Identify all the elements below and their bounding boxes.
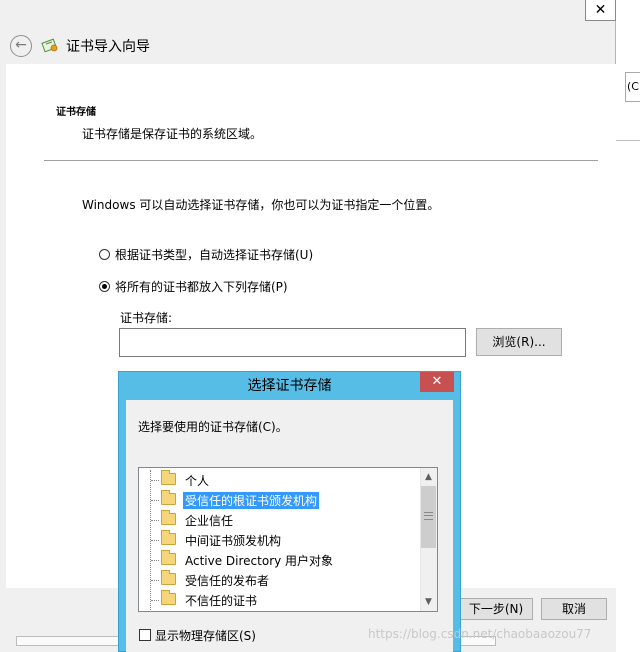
tree-item-label: 个人 [185, 474, 210, 488]
scroll-grip-line [424, 515, 433, 516]
wizard-title: 证书导入向导 [66, 39, 150, 55]
store-tree[interactable]: 个人 受信任的根证书颁发机构 企业信任 中间证书颁发机构 Active Dire… [138, 467, 438, 612]
back-arrow-icon[interactable]: ← [10, 35, 32, 57]
tree-item-label: 不信任的证书 [185, 594, 258, 608]
tree-item-label: 受信任的发布者 [185, 574, 270, 588]
tree-connector [151, 520, 159, 521]
scroll-grip-icon [424, 512, 433, 520]
tree-item[interactable]: 中间证书颁发机构 [151, 530, 419, 550]
certificate-icon [41, 38, 58, 53]
tree-item[interactable]: 企业信任 [151, 510, 419, 530]
tree-connector [151, 600, 159, 601]
store-input[interactable] [119, 328, 466, 357]
section-description: 证书存储是保存证书的系统区域。 [82, 127, 263, 141]
dialog-close-button[interactable]: ✕ [420, 372, 454, 392]
cancel-button[interactable]: 取消 [541, 598, 607, 620]
store-field-label: 证书存储: [120, 311, 173, 325]
tree-vertical-connector [150, 470, 151, 610]
folder-icon [161, 550, 176, 565]
scroll-down-arrow-icon[interactable]: ▼ [421, 594, 436, 610]
tree-item[interactable]: 受信任的根证书颁发机构 [151, 490, 419, 510]
auto-select-store-label[interactable]: 根据证书类型，自动选择证书存储(U) [115, 246, 313, 263]
tree-item-label: 受信任的根证书颁发机构 [183, 492, 320, 509]
dialog-prompt: 选择要使用的证书存储(C)。 [138, 420, 288, 434]
tree-item[interactable]: 个人 [151, 470, 419, 490]
folder-icon [161, 530, 176, 545]
place-in-store-label[interactable]: 将所有的证书都放入下列存储(P) [115, 278, 288, 295]
tree-item-label: 企业信任 [185, 514, 234, 528]
tree-item[interactable]: 受信任的发布者 [151, 570, 419, 590]
tree-item[interactable]: 不信任的证书 [151, 590, 419, 610]
intro-text: Windows 可以自动选择证书存储，你也可以为证书指定一个位置。 [82, 198, 440, 212]
folder-icon [161, 470, 176, 485]
tree-item-label: 中间证书颁发机构 [185, 534, 282, 548]
background-window-divider [616, 140, 640, 141]
browse-button[interactable]: 浏览(R)... [476, 328, 562, 356]
folder-icon [161, 590, 176, 605]
header-divider [44, 160, 598, 161]
folder-icon [161, 570, 176, 585]
show-physical-stores-checkbox[interactable] [139, 629, 151, 641]
background-window-field: (C [625, 72, 640, 102]
tree-item[interactable]: Active Directory 用户对象 [151, 550, 419, 570]
tree-connector [151, 540, 159, 541]
section-title: 证书存储 [56, 107, 96, 118]
auto-select-store-radio[interactable] [99, 249, 110, 260]
tree-connector [151, 560, 159, 561]
next-button[interactable]: 下一步(N) [459, 598, 533, 620]
scroll-up-arrow-icon[interactable]: ▲ [421, 469, 436, 485]
folder-icon [161, 510, 176, 525]
tree-connector [151, 580, 159, 581]
tree-connector [151, 500, 159, 501]
wizard-close-button[interactable]: ✕ [585, 0, 616, 21]
dialog-title: 选择证书存储 [247, 378, 332, 394]
watermark-text: https://blog.csdn.net/chaobaaozou77 [368, 627, 592, 641]
tree-connector [151, 480, 159, 481]
folder-icon [161, 490, 176, 505]
tree-item-label: Active Directory 用户对象 [185, 554, 334, 568]
place-in-store-radio[interactable] [99, 281, 110, 292]
show-physical-stores-label[interactable]: 显示物理存储区(S) [155, 627, 256, 644]
